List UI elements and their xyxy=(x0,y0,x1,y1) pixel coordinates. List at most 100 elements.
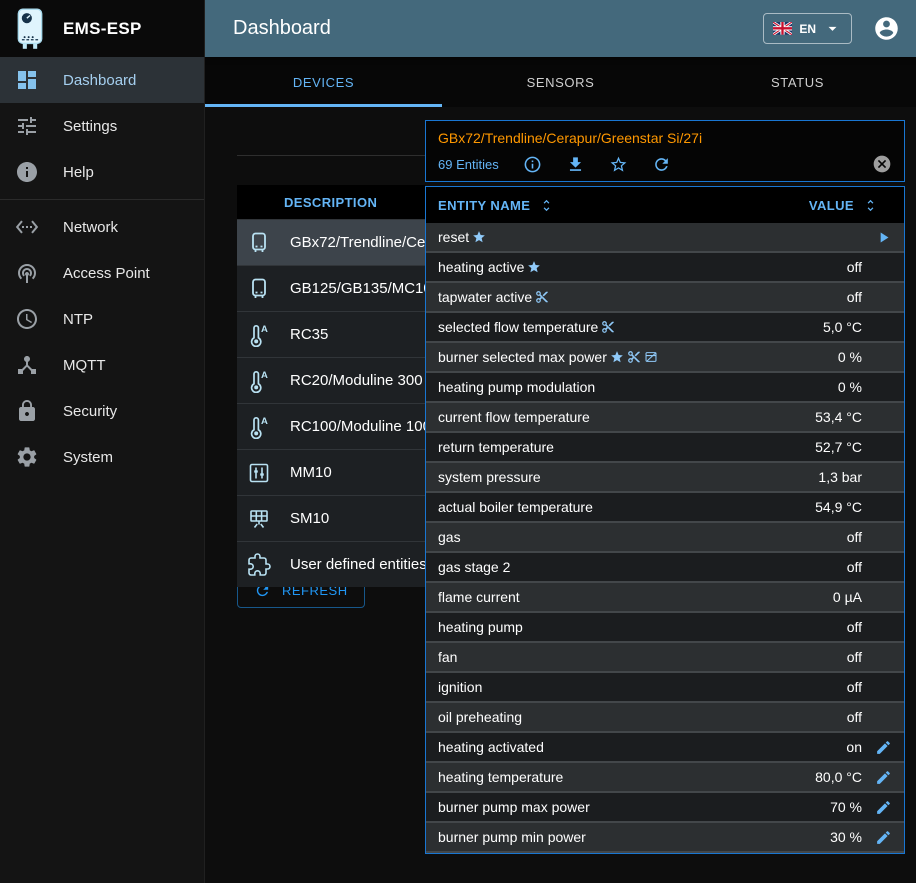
device-row[interactable]: GB125/GB135/MC10 xyxy=(237,265,425,311)
device-table: DESCRIPTION GBx72/Trendline/Cerapur/Gree… xyxy=(237,185,425,587)
sidebar-item-label: Access Point xyxy=(63,265,150,282)
device-title: GBx72/Trendline/Cerapur/Greenstar Si/27i xyxy=(438,130,892,146)
entity-row[interactable]: oil preheatingoff xyxy=(426,703,904,733)
page-title: Dashboard xyxy=(233,17,331,40)
tab-sensors[interactable]: SENSORS xyxy=(442,57,679,107)
sidebar-item-label: Security xyxy=(63,403,117,420)
entity-row[interactable]: heating temperature80,0 °C xyxy=(426,763,904,793)
entity-row[interactable]: flame current0 µA xyxy=(426,583,904,613)
device-name: GB125/GB135/MC10 xyxy=(290,280,425,297)
entity-table-header: ENTITY NAME VALUE xyxy=(426,187,904,223)
entity-row[interactable]: gasoff xyxy=(426,523,904,553)
entity-row[interactable]: tapwater activeoff xyxy=(426,283,904,313)
info-icon xyxy=(15,160,39,184)
entity-name: burner selected max power xyxy=(426,349,838,365)
entity-value: 54,9 °C xyxy=(815,499,862,515)
wifi-tethering-icon xyxy=(15,261,39,285)
boiler-logo-icon xyxy=(12,7,48,51)
sidebar-item-settings[interactable]: Settings xyxy=(0,103,204,149)
entity-row[interactable]: reset xyxy=(426,223,904,253)
entity-row[interactable]: heating pumpoff xyxy=(426,613,904,643)
device-row[interactable]: A RC35 xyxy=(237,311,425,357)
run-command-icon[interactable] xyxy=(875,229,892,246)
ethernet-icon xyxy=(15,215,39,239)
device-row[interactable]: A RC100/Moduline 1000 xyxy=(237,403,425,449)
entity-name: gas stage 2 xyxy=(426,559,847,575)
thermostat-icon: A xyxy=(247,323,271,347)
entity-row[interactable]: actual boiler temperature54,9 °C xyxy=(426,493,904,523)
sort-icon[interactable] xyxy=(539,198,554,213)
sidebar-item-system[interactable]: System xyxy=(0,434,204,480)
boiler-icon xyxy=(247,231,271,255)
entity-row[interactable]: system pressure1,3 bar xyxy=(426,463,904,493)
sidebar-item-security[interactable]: Security xyxy=(0,388,204,434)
entity-panel: GBx72/Trendline/Cerapur/Greenstar Si/27i… xyxy=(425,120,905,883)
entity-name: selected flow temperature xyxy=(426,319,823,335)
entity-value: off xyxy=(847,679,862,695)
appbar: Dashboard EN xyxy=(205,0,916,57)
entity-value: 0 µA xyxy=(833,589,862,605)
device-row[interactable]: User defined entities xyxy=(237,541,425,587)
sidebar-item-label: Dashboard xyxy=(63,72,136,89)
entity-name: burner pump min power xyxy=(426,829,830,845)
device-row[interactable]: A RC20/Moduline 300 xyxy=(237,357,425,403)
sidebar-item-dashboard[interactable]: Dashboard xyxy=(0,57,204,103)
close-icon[interactable] xyxy=(872,154,892,174)
refresh-icon[interactable] xyxy=(652,155,671,174)
entity-row[interactable]: fanoff xyxy=(426,643,904,673)
download-icon[interactable] xyxy=(566,155,585,174)
sidebar-item-access-point[interactable]: Access Point xyxy=(0,250,204,296)
device-name: GBx72/Trendline/Cerapur/Greenstar Si/27i xyxy=(290,234,425,251)
entity-name: system pressure xyxy=(426,469,818,485)
device-name: RC20/Moduline 300 xyxy=(290,372,423,389)
tab-devices[interactable]: DEVICES xyxy=(205,57,442,107)
uk-flag-icon xyxy=(773,22,792,35)
entity-row[interactable]: heating activeoff xyxy=(426,253,904,283)
sidebar-item-network[interactable]: Network xyxy=(0,204,204,250)
edit-icon[interactable] xyxy=(875,739,892,756)
sort-icon[interactable] xyxy=(863,198,878,213)
active-tab-indicator xyxy=(205,104,442,107)
device-name: RC100/Moduline 1000 xyxy=(290,418,425,435)
entity-row[interactable]: gas stage 2off xyxy=(426,553,904,583)
svg-text:A: A xyxy=(261,324,268,335)
entity-row[interactable]: heating activatedon xyxy=(426,733,904,763)
entity-row[interactable]: burner pump min power30 % xyxy=(426,823,904,853)
device-row[interactable]: SM10 xyxy=(237,495,425,541)
entity-value: 1,3 bar xyxy=(818,469,862,485)
entity-row[interactable]: current flow temperature53,4 °C xyxy=(426,403,904,433)
entity-row[interactable]: burner selected max power0 % xyxy=(426,343,904,373)
edit-icon[interactable] xyxy=(875,829,892,846)
entity-rows: resetheating activeofftapwater activeoff… xyxy=(426,223,904,853)
entity-name: return temperature xyxy=(426,439,815,455)
entity-row[interactable]: ignitionoff xyxy=(426,673,904,703)
device-row[interactable]: GBx72/Trendline/Cerapur/Greenstar Si/27i xyxy=(237,219,425,265)
sidebar-item-label: Network xyxy=(63,219,118,236)
svg-text:A: A xyxy=(261,416,268,427)
sidebar-item-label: Help xyxy=(63,164,94,181)
tab-status[interactable]: STATUS xyxy=(679,57,916,107)
entity-row[interactable]: burner pump max power70 % xyxy=(426,793,904,823)
boiler-icon xyxy=(247,277,271,301)
entity-toolbar: 69 Entities xyxy=(438,154,892,174)
entity-row[interactable]: return temperature52,7 °C xyxy=(426,433,904,463)
user-avatar-icon[interactable] xyxy=(873,15,900,42)
device-name: RC35 xyxy=(290,326,328,343)
web-excluded-icon xyxy=(644,350,658,364)
language-selector[interactable]: EN xyxy=(763,13,852,44)
entity-name: gas xyxy=(426,529,847,545)
edit-icon[interactable] xyxy=(875,769,892,786)
entity-row[interactable]: selected flow temperature5,0 °C xyxy=(426,313,904,343)
hub-icon xyxy=(15,353,39,377)
sidebar-item-ntp[interactable]: NTP xyxy=(0,296,204,342)
thermostat-icon: A xyxy=(247,369,271,393)
column-entity-name: ENTITY NAME xyxy=(438,198,530,213)
star-outline-icon[interactable] xyxy=(609,155,628,174)
sidebar-item-help[interactable]: Help xyxy=(0,149,204,195)
entity-name: current flow temperature xyxy=(426,409,815,425)
info-outline-icon[interactable] xyxy=(523,155,542,174)
entity-row[interactable]: heating pump modulation0 % xyxy=(426,373,904,403)
edit-icon[interactable] xyxy=(875,799,892,816)
device-row[interactable]: MM10 xyxy=(237,449,425,495)
sidebar-item-mqtt[interactable]: MQTT xyxy=(0,342,204,388)
